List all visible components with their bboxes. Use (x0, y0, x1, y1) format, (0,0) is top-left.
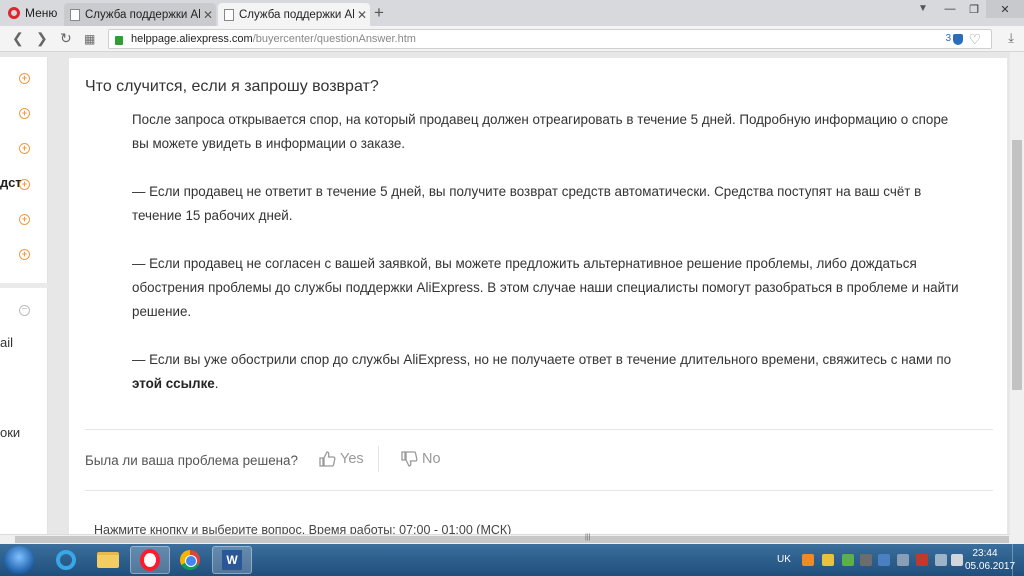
opera-icon (140, 549, 160, 571)
divider (85, 490, 993, 491)
tray-network-icon[interactable] (935, 554, 947, 566)
vertical-scroll-thumb[interactable] (1012, 140, 1022, 390)
divider (85, 429, 993, 430)
tab-close-icon[interactable]: ✕ (354, 8, 370, 22)
answer-text: . (214, 376, 219, 391)
tab-label: Служба поддержки AliExpress (239, 8, 354, 21)
yes-button[interactable]: Yes (318, 450, 364, 468)
collapse-minus-icon[interactable]: − (19, 305, 30, 316)
windows-taskbar: W UK 23:44 05.06.2017 (0, 544, 1024, 576)
expand-plus-icon[interactable]: + (19, 179, 30, 190)
tab-menu-icon[interactable]: ▼ (918, 3, 928, 14)
folder-icon (97, 552, 119, 568)
tab-aliexpress-support-1[interactable]: Служба поддержки AliExpress ✕ (64, 3, 216, 26)
tab-label: Служба поддержки AliExpress (85, 8, 200, 21)
menu-label: Меню (25, 6, 58, 20)
page-viewport: + + + дст + + + − ail оки Что случится, … (0, 52, 1024, 544)
tray-network-icon[interactable] (916, 554, 928, 566)
window-controls: — ❐ ✕ (938, 0, 1024, 20)
answer-paragraph: — Если продавец не согласен с вашей заяв… (132, 256, 959, 319)
clock[interactable]: 23:44 05.06.2017 (965, 547, 1016, 573)
adblock-count: 3 (945, 33, 951, 44)
navigation-bar: ❮ ❯ ↻ ▦ helppage.aliexpress.com /buyerce… (0, 26, 1024, 52)
category-sidebar: + + + дст + + + − ail оки (0, 57, 48, 544)
tray-app-icon[interactable] (860, 554, 872, 566)
page-favicon-icon (224, 8, 234, 21)
opera-menu-button[interactable]: Меню (0, 0, 60, 26)
lock-icon (115, 35, 123, 45)
expand-plus-icon[interactable]: + (19, 214, 30, 225)
horizontal-scroll-thumb[interactable]: ||| (15, 534, 1009, 543)
taskbar-explorer[interactable] (88, 546, 128, 574)
taskbar-chrome[interactable] (170, 546, 210, 574)
taskbar-word[interactable]: W (212, 546, 252, 574)
expand-plus-icon[interactable]: + (19, 143, 30, 154)
no-button[interactable]: No (400, 450, 441, 468)
tab-aliexpress-support-2[interactable]: Служба поддержки AliExpress ✕ (218, 3, 370, 26)
reload-icon[interactable]: ↻ (60, 30, 72, 47)
tray-app-icon[interactable] (802, 554, 814, 566)
expand-plus-icon[interactable]: + (19, 249, 30, 260)
expand-plus-icon[interactable]: + (19, 73, 30, 84)
close-window-button[interactable]: ✕ (986, 0, 1024, 18)
tray-volume-icon[interactable] (951, 554, 963, 566)
tray-app-icon[interactable] (878, 554, 890, 566)
chrome-icon (180, 550, 200, 570)
maximize-button[interactable]: ❐ (962, 0, 986, 18)
page-favicon-icon (70, 8, 80, 21)
word-icon: W (222, 550, 242, 570)
start-button[interactable] (4, 546, 34, 574)
answer-paragraph: — Если вы уже обострили спор до службы A… (132, 348, 962, 396)
sidebar-item-fragment[interactable]: ail (0, 335, 13, 350)
contact-link[interactable]: этой ссылке (132, 376, 215, 391)
answer-paragraph: После запроса открывается спор, на котор… (132, 112, 949, 151)
minimize-button[interactable]: — (938, 0, 962, 18)
thumbs-down-icon (401, 451, 418, 467)
no-label: No (422, 451, 441, 467)
download-icon[interactable]: ⤓ (1008, 30, 1014, 46)
horizontal-scrollbar[interactable]: ||| (0, 534, 1010, 544)
forward-icon[interactable]: ❯ (36, 30, 48, 47)
answer-text: — Если вы уже обострили спор до службы A… (132, 352, 952, 367)
scroll-grip-icon: ||| (585, 534, 591, 541)
thumbs-up-icon (319, 451, 336, 467)
url-path: /buyercenter/questionAnswer.htm (252, 33, 416, 45)
url-host: helppage.aliexpress.com (131, 33, 253, 45)
shield-icon[interactable] (953, 34, 963, 45)
answer-paragraph: — Если продавец не ответит в течение 5 д… (132, 184, 922, 223)
new-tab-button[interactable]: + (374, 3, 384, 23)
taskbar-opera[interactable] (130, 546, 170, 574)
address-field[interactable]: helppage.aliexpress.com /buyercenter/que… (108, 29, 992, 49)
answer-body: После запроса открывается спор, на котор… (132, 108, 962, 420)
answer-panel: Что случится, если я запрошу возврат? По… (69, 58, 1007, 544)
tray-app-icon[interactable] (822, 554, 834, 566)
feedback-separator (378, 446, 379, 472)
back-icon[interactable]: ❮ (12, 30, 24, 47)
internet-explorer-icon (56, 550, 76, 570)
feedback-question: Была ли ваша проблема решена? (85, 453, 298, 468)
language-indicator[interactable]: UK (777, 554, 791, 565)
tab-close-icon[interactable]: ✕ (200, 8, 216, 22)
heart-icon[interactable]: ♡ (968, 31, 981, 48)
speed-dial-icon[interactable]: ▦ (84, 32, 95, 46)
tab-bar: Меню Служба поддержки AliExpress ✕ Служб… (0, 0, 1024, 26)
expand-plus-icon[interactable]: + (19, 108, 30, 119)
sidebar-item-fragment[interactable]: оки (0, 425, 20, 440)
yes-label: Yes (340, 451, 364, 467)
clock-time: 23:44 (972, 548, 998, 559)
tray-app-icon[interactable] (842, 554, 854, 566)
tray-flag-icon[interactable] (897, 554, 909, 566)
clock-date: 05.06.2017 (965, 561, 1016, 572)
taskbar-internet-explorer[interactable] (46, 546, 86, 574)
show-desktop-button[interactable] (1012, 544, 1024, 576)
sidebar-divider (0, 283, 48, 288)
vertical-scrollbar[interactable] (1010, 52, 1024, 544)
question-title: Что случится, если я запрошу возврат? (85, 78, 379, 95)
opera-logo-icon (8, 7, 20, 19)
